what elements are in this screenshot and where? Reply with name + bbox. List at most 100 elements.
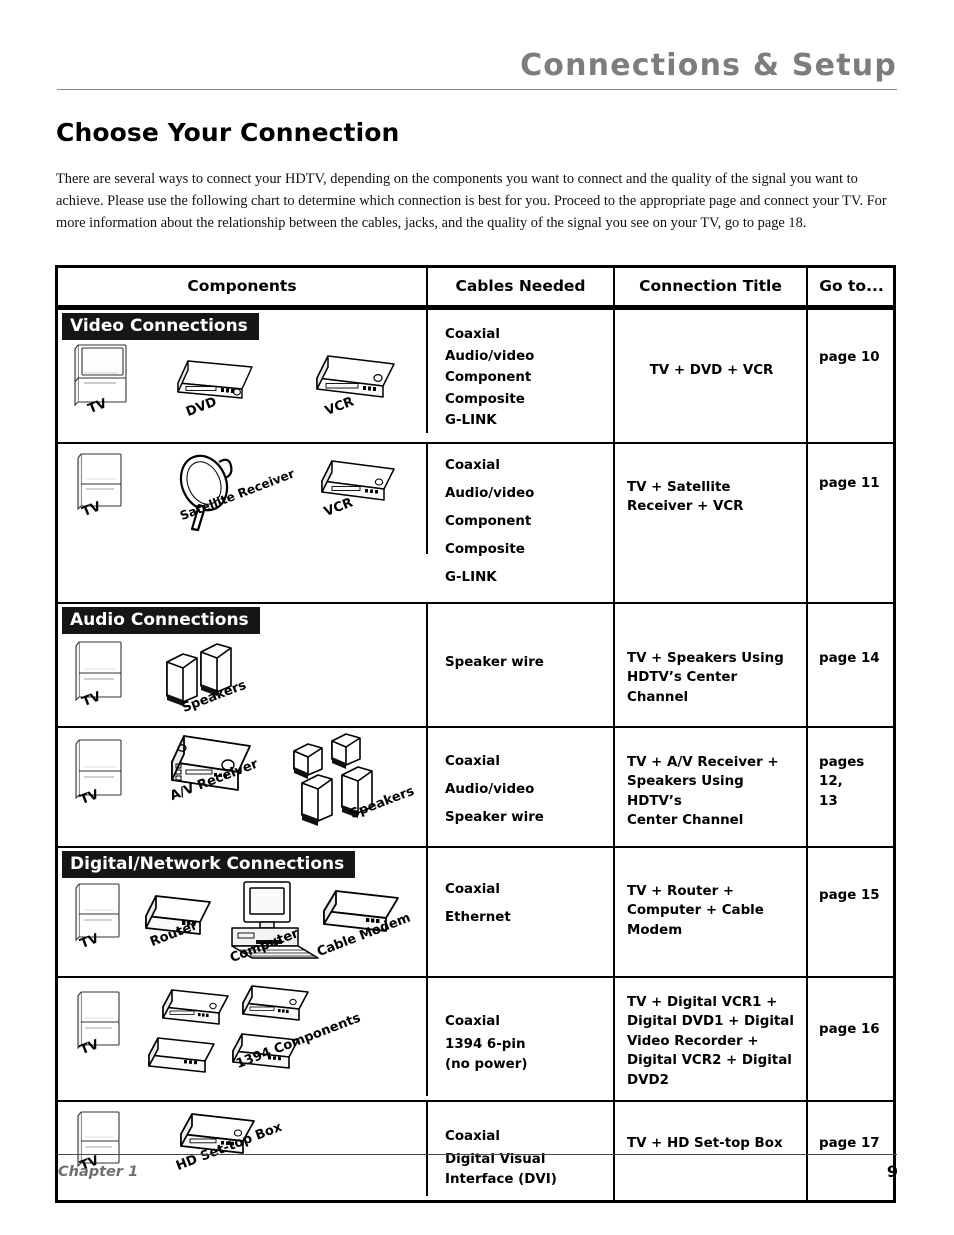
cable-item: Coaxial [445, 327, 500, 342]
cables-list: Coaxial 1394 6-pin (no power) [428, 978, 613, 1085]
go-to-cell: page 15 [808, 848, 893, 976]
connection-title-line: TV + A/V Receiver + [627, 754, 779, 770]
cable-item: Composite [445, 391, 525, 407]
go-to-text: page 10 [819, 350, 880, 365]
connection-title-cell: TV + HD Set-top Box [615, 1102, 808, 1200]
cable-item: Component [445, 370, 532, 385]
connection-title-text: TV + Digital VCR1 + Digital DVD1 + Digit… [615, 978, 806, 1101]
connection-title-line: TV + Satellite [627, 479, 731, 495]
cables-cell: Coaxial 1394 6-pin (no power) [428, 977, 615, 1100]
go-to-cell: pages 12, 13 [808, 728, 893, 846]
vcr-icon [316, 355, 395, 398]
go-to-text: pages 12, 13 [808, 728, 893, 822]
cable-item: Coaxial [445, 881, 500, 897]
cable-item: Component [445, 513, 532, 529]
connection-title-line: Receiver + VCR [627, 499, 744, 514]
cables-list: Coaxial Audio/video Speaker wire [428, 728, 613, 842]
cable-item: Coaxial [445, 1129, 500, 1144]
cables-cell: Speaker wire [428, 603, 615, 726]
go-to-cell: page 11 [808, 444, 893, 602]
cable-item: Audio/video [445, 485, 535, 501]
header-title: Connections & Setup [520, 48, 897, 83]
connection-title-line: Computer + Cable [627, 903, 764, 918]
column-header-go-to: Go to... [819, 277, 884, 295]
section-banner-video: Video Connections [58, 310, 426, 340]
connection-title-line: Center Channel [627, 813, 744, 828]
components-cell: Audio Connections TV Speakers [58, 603, 428, 726]
connection-title-cell: TV + Satellite Receiver + VCR [615, 443, 808, 602]
table-row: TV [58, 725, 893, 846]
go-to-cell: page 14 [808, 604, 893, 726]
cable-item: Audio/video [445, 781, 535, 797]
cable-item: Interface (DVI) [445, 1172, 557, 1187]
cable-item: Coaxial [445, 457, 500, 473]
connection-title-cell: TV + Speakers Using HDTV’s Center Channe… [615, 603, 808, 726]
cable-item: Ethernet [445, 909, 511, 925]
intro-paragraph: There are several ways to connect your H… [56, 171, 887, 232]
connection-title-line: TV + Digital VCR1 + [627, 994, 778, 1010]
go-to-text: page 11 [819, 475, 880, 491]
connection-title-text: TV + Router + Computer + Cable Modem [615, 848, 806, 951]
connection-title-line: TV + Router + [627, 883, 735, 899]
cable-item: (no power) [445, 1056, 528, 1072]
device-illustrations: TV [58, 728, 426, 846]
section-banner-label: Video Connections [62, 313, 259, 340]
connection-title-line: HDTV’s Center Channel [627, 670, 738, 705]
connection-title-line: Digital DVD1 + Digital [627, 1014, 794, 1029]
connection-title-text: TV + Satellite Receiver + VCR [615, 444, 806, 527]
cables-list: Coaxial Digital Visual Interface (DVI) [428, 1102, 613, 1200]
table-row: Video Connections TV DVD VCR Coaxial Aud… [58, 308, 893, 442]
section-banner-audio: Audio Connections [58, 604, 426, 634]
cables-list: Coaxial Audio/video Component Composite … [428, 310, 613, 442]
table-row: Digital/Network Connections TV Router Co… [58, 845, 893, 976]
cable-item: Composite [445, 541, 525, 557]
header-rule [57, 89, 897, 90]
footer-page-number: 9 [886, 1162, 898, 1181]
connection-title-line: Digital VCR2 + Digital [627, 1053, 792, 1068]
connection-title-text: TV + A/V Receiver + Speakers Using HDTV’… [615, 728, 806, 841]
column-header-connection-title: Connection Title [615, 268, 808, 305]
connection-title-cell: TV + A/V Receiver + Speakers Using HDTV’… [615, 727, 808, 846]
device-illustrations: TV HD Set-top Box [58, 1102, 426, 1196]
connection-title-cell: TV + Digital VCR1 + Digital DVD1 + Digit… [615, 977, 808, 1101]
device-illustrations: TV Satellite Receiver VCR [58, 444, 426, 554]
go-to-text: page 14 [819, 650, 880, 666]
cables-cell: Coaxial Digital Visual Interface (DVI) [428, 1102, 615, 1200]
cable-item: Speaker wire [445, 654, 544, 670]
cable-item: G-LINK [445, 569, 497, 585]
go-to-line: 13 [819, 793, 838, 809]
footer-chapter: Chapter 1 [58, 1164, 139, 1180]
cable-item: Coaxial [445, 753, 500, 769]
section-banner-label: Digital/Network Connections [62, 850, 356, 878]
go-to-text: page 15 [819, 887, 880, 903]
table-header-row: Components Cables Needed Connection Titl… [58, 268, 893, 308]
cable-item: G-LINK [445, 413, 497, 428]
connection-title-cell: TV + DVD + VCR [615, 310, 808, 442]
cable-item: Speaker wire [445, 809, 544, 825]
connection-title-line: DVD2 [627, 1072, 669, 1088]
components-cell: Video Connections TV DVD VCR [58, 310, 428, 433]
device-illustrations: TV [58, 978, 426, 1096]
cables-cell: Coaxial Audio/video Component Composite … [428, 443, 615, 602]
go-to-line: pages 12, [819, 754, 865, 790]
connection-title-line: TV + Speakers Using [627, 650, 784, 666]
cables-list: Coaxial Audio/video Component Composite … [428, 444, 613, 602]
column-header-components: Components [58, 268, 428, 305]
components-cell: Digital/Network Connections TV Router Co… [58, 847, 428, 976]
page-header: Connections & Setup [57, 46, 897, 90]
connection-title-line: Modem [627, 922, 683, 938]
table-row: TV HD Set-top Box Coaxial Digital Visual… [58, 1100, 893, 1200]
go-to-cell: page 10 [808, 310, 893, 442]
connection-title-line: Video Recorder + [627, 1033, 759, 1049]
table-row: Audio Connections TV Speakers Speaker wi… [58, 601, 893, 726]
go-to-text: page 16 [819, 1021, 880, 1037]
page-title: Choose Your Connection [56, 118, 400, 147]
go-to-cell: page 16 [808, 978, 893, 1101]
connection-chart-table: Components Cables Needed Connection Titl… [55, 265, 896, 1203]
table-row: TV [58, 975, 893, 1101]
cables-list: Speaker wire [428, 604, 613, 684]
components-cell: TV [58, 727, 428, 846]
1394-components-icon [148, 984, 309, 1073]
cables-list: Coaxial Ethernet [428, 848, 613, 942]
tv-icon [75, 882, 120, 941]
